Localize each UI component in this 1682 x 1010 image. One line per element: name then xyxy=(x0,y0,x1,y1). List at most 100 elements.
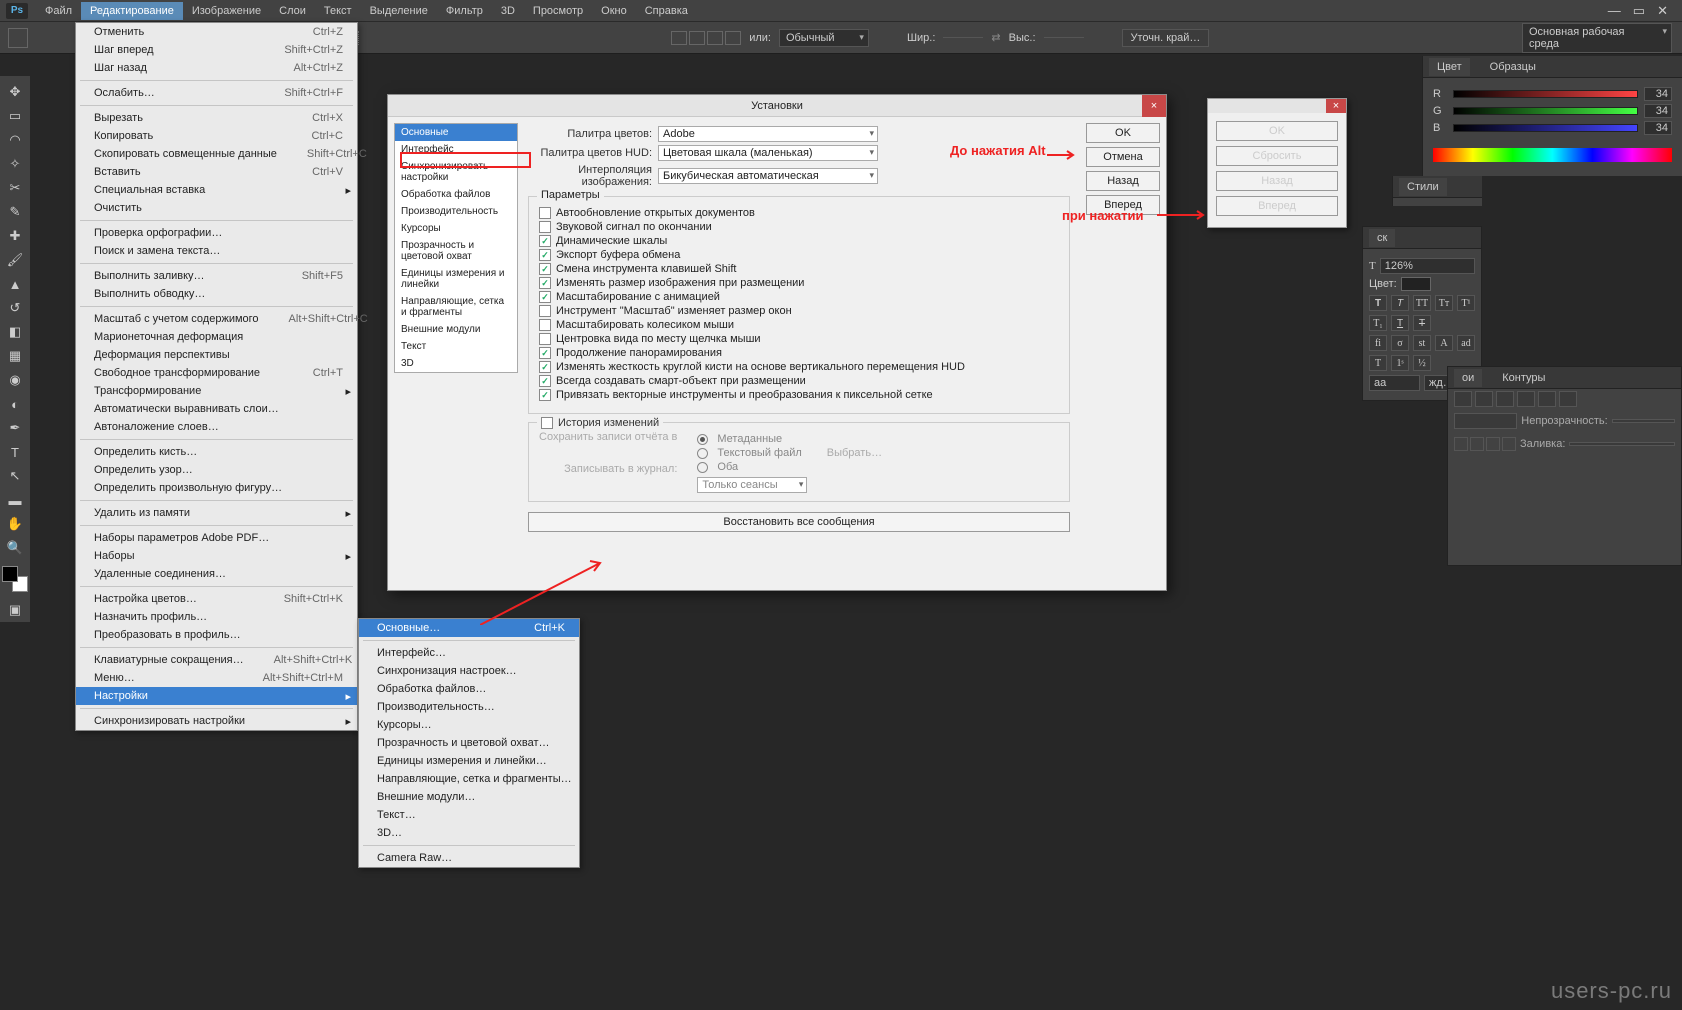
category-item[interactable]: Производительность xyxy=(395,203,517,220)
menu-item[interactable]: Очистить xyxy=(76,199,357,217)
menu-item[interactable]: ВырезатьCtrl+X xyxy=(76,109,357,127)
super-icon[interactable]: T¹ xyxy=(1457,295,1475,311)
menu-item[interactable]: Основные…Ctrl+K xyxy=(359,619,579,637)
aa-select[interactable]: aa xyxy=(1369,375,1420,391)
r-slider[interactable] xyxy=(1453,90,1638,98)
g-value[interactable]: 34 xyxy=(1644,104,1672,118)
brush-tool-icon[interactable]: 🖌 xyxy=(2,249,28,271)
menu-item[interactable]: Автоналожение слоев… xyxy=(76,418,357,436)
checkbox[interactable] xyxy=(539,305,551,317)
boolean-sub-icon[interactable] xyxy=(707,31,723,45)
category-item[interactable]: Курсоры xyxy=(395,220,517,237)
crop-tool-icon[interactable]: ✂ xyxy=(2,177,28,199)
filter-kind-icon[interactable] xyxy=(1454,391,1472,407)
st-icon[interactable]: st xyxy=(1413,335,1431,351)
filter-pixel-icon[interactable] xyxy=(1475,391,1493,407)
tab-char[interactable]: ск xyxy=(1369,229,1395,247)
menu-item[interactable]: ОтменитьCtrl+Z xyxy=(76,23,357,41)
boolean-int-icon[interactable] xyxy=(725,31,741,45)
strike-icon[interactable]: T xyxy=(1413,315,1431,331)
tab-paths[interactable]: Контуры xyxy=(1494,369,1553,387)
radio-metadata[interactable] xyxy=(697,434,708,445)
menu-item[interactable]: Проверка орфографии… xyxy=(76,224,357,242)
workspace-select[interactable]: Основная рабочая среда xyxy=(1522,23,1672,53)
ok-button[interactable]: OK xyxy=(1086,123,1160,143)
checkbox[interactable] xyxy=(539,291,551,303)
alt-back-button[interactable]: Назад xyxy=(1216,171,1338,191)
healing-tool-icon[interactable]: ✚ xyxy=(2,225,28,247)
menu-item[interactable]: Масштаб с учетом содержимогоAlt+Shift+Ct… xyxy=(76,310,357,328)
type-tool-icon[interactable]: T xyxy=(2,441,28,463)
b-slider[interactable] xyxy=(1453,124,1638,132)
refine-edge-button[interactable]: Уточн. край… xyxy=(1122,29,1210,47)
history-brush-icon[interactable]: ↺ xyxy=(2,297,28,319)
marquee-tool-icon[interactable]: ▭ xyxy=(2,105,28,127)
choose-button[interactable]: Выбрать… xyxy=(827,447,882,459)
menu-item[interactable]: Специальная вставка xyxy=(76,181,357,199)
category-item[interactable]: Текст xyxy=(395,338,517,355)
bold-icon[interactable]: T xyxy=(1369,295,1387,311)
fill-input[interactable] xyxy=(1569,442,1675,446)
eraser-tool-icon[interactable]: ◧ xyxy=(2,321,28,343)
menu-item[interactable]: Синхронизация настроек… xyxy=(359,662,579,680)
menu-item[interactable]: 3D… xyxy=(359,824,579,842)
menu-item[interactable]: Обработка файлов… xyxy=(359,680,579,698)
checkbox[interactable] xyxy=(539,361,551,373)
menu-item[interactable]: Курсоры… xyxy=(359,716,579,734)
minimize-icon[interactable]: — xyxy=(1608,3,1621,19)
checkbox[interactable] xyxy=(539,389,551,401)
menu-item[interactable]: Выполнить обводку… xyxy=(76,285,357,303)
tab-styles[interactable]: Стили xyxy=(1399,178,1447,196)
checkbox[interactable] xyxy=(539,207,551,219)
menu-item[interactable]: Определить произвольную фигуру… xyxy=(76,479,357,497)
stamp-tool-icon[interactable]: ▲ xyxy=(2,273,28,295)
b-value[interactable]: 34 xyxy=(1644,121,1672,135)
underline-icon[interactable]: T xyxy=(1391,315,1409,331)
cancel-button[interactable]: Отмена xyxy=(1086,147,1160,167)
path-tool-icon[interactable]: ↖ xyxy=(2,465,28,487)
alt-close-button[interactable]: × xyxy=(1326,99,1346,113)
quickmask-icon[interactable]: ▣ xyxy=(2,599,28,621)
close-icon[interactable]: ✕ xyxy=(1657,3,1668,19)
history-checkbox[interactable] xyxy=(541,417,553,429)
checkbox[interactable] xyxy=(539,347,551,359)
back-button[interactable]: Назад xyxy=(1086,171,1160,191)
t1-icon[interactable]: T xyxy=(1369,355,1387,371)
menu-item[interactable]: Определить кисть… xyxy=(76,443,357,461)
menu-item[interactable]: Синхронизировать настройки xyxy=(76,712,357,730)
text-color-swatch[interactable] xyxy=(1401,277,1431,291)
picker-select[interactable]: Adobe xyxy=(658,126,878,142)
ad-icon[interactable]: ad xyxy=(1457,335,1475,351)
tab-color[interactable]: Цвет xyxy=(1429,58,1470,76)
move-tool-icon[interactable]: ✥ xyxy=(2,81,28,103)
menu-item[interactable]: Клавиатурные сокращения…Alt+Shift+Ctrl+K xyxy=(76,651,357,669)
category-item[interactable]: Прозрачность и цветовой охват xyxy=(395,237,517,265)
sigma-icon[interactable]: σ xyxy=(1391,335,1409,351)
menu-item[interactable]: Меню…Alt+Shift+Ctrl+M xyxy=(76,669,357,687)
shape-tool-icon[interactable]: ▬ xyxy=(2,489,28,511)
menu-item[interactable]: Camera Raw… xyxy=(359,849,579,867)
dodge-tool-icon[interactable]: ◐ xyxy=(2,393,28,415)
alt-forward-button[interactable]: Вперед xyxy=(1216,196,1338,216)
font-size[interactable]: 126% xyxy=(1380,258,1475,274)
menu-item[interactable]: Выполнить заливку…Shift+F5 xyxy=(76,267,357,285)
menu-item[interactable]: Свободное трансформированиеCtrl+T xyxy=(76,364,357,382)
checkbox[interactable] xyxy=(539,375,551,387)
gradient-tool-icon[interactable]: ▦ xyxy=(2,345,28,367)
tab-layers[interactable]: ои xyxy=(1454,369,1482,387)
write-log-select[interactable]: Только сеансы xyxy=(697,477,807,493)
fi-icon[interactable]: fi xyxy=(1369,335,1387,351)
checkbox[interactable] xyxy=(539,249,551,261)
menu-item[interactable]: Внешние модули… xyxy=(359,788,579,806)
menu-выделение[interactable]: Выделение xyxy=(361,2,437,20)
sub-icon[interactable]: T₁ xyxy=(1369,315,1387,331)
a-icon[interactable]: A xyxy=(1435,335,1453,351)
1st-icon[interactable]: 1ˢ xyxy=(1391,355,1409,371)
category-item[interactable]: Основные xyxy=(395,124,517,141)
menu-фильтр[interactable]: Фильтр xyxy=(437,2,492,20)
menu-item[interactable]: Интерфейс… xyxy=(359,644,579,662)
restore-button[interactable]: Восстановить все сообщения xyxy=(528,512,1070,532)
category-item[interactable]: Внешние модули xyxy=(395,321,517,338)
alt-ok-button[interactable]: OK xyxy=(1216,121,1338,141)
menu-item[interactable]: Автоматически выравнивать слои… xyxy=(76,400,357,418)
